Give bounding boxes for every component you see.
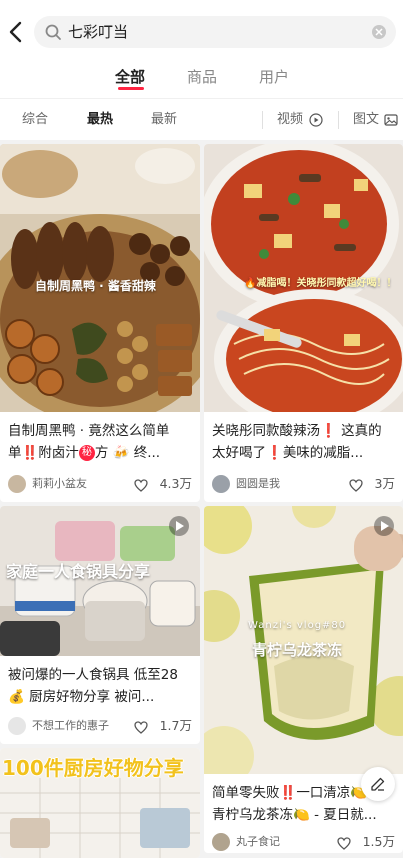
cover-overlay-text: 100件厨房好物分享 [2,756,184,780]
cover-overlay-text: 🔥减脂喝！关晓彤同款超好喝！！ [244,278,397,289]
note-card[interactable]: 100件厨房好物分享 [0,748,200,858]
filter-overall[interactable]: 综合 [22,111,48,129]
note-title: 被问爆的一人食锅具 低至28 💰 厨房好物分享 被问... [8,664,192,710]
heart-icon[interactable] [349,477,363,496]
top-bar: 七彩叮当 [0,0,403,58]
note-meta: 不想工作的惠子 1.7万 [8,716,192,736]
image-icon [384,112,398,131]
note-card[interactable]: 家庭一人食锅具分享 被问爆的一人食锅具 低至28 💰 厨房好物分享 被问... … [0,506,200,744]
author-name[interactable]: 莉莉小盆友 [32,476,87,492]
filter-newest[interactable]: 最新 [151,111,177,129]
title-text: 被问爆的一人食锅具 低至28 [8,667,178,683]
result-tabs: 全部 商品 用户 [0,58,403,98]
note-cover-image: 家庭一人食锅具分享 [0,506,200,656]
note-cover-image: 🔥减脂喝！关晓彤同款超好喝！！ [204,144,403,412]
filter-graphic[interactable]: 图文 [353,111,379,129]
avatar[interactable] [212,475,230,493]
cover-overlay-text: 青柠乌龙茶冻 [252,641,343,659]
edit-icon [371,777,385,791]
author-name[interactable]: 丸子食记 [236,834,280,850]
like-count: 3万 [374,476,395,491]
cover-overlay-text: 自制周黑鸭 · 酱香甜辣 [35,279,156,293]
like-count: 1.5万 [362,834,395,849]
note-cover-image: 100件厨房好物分享 [0,748,200,858]
title-line2-start: 单 [8,445,22,461]
title-text: 💰 厨房好物分享 被问... [8,689,155,705]
heart-icon[interactable] [134,477,148,496]
active-tab-indicator [118,87,144,90]
clear-icon[interactable] [372,25,386,39]
search-icon [44,23,62,41]
note-card[interactable]: 🔥减脂喝！关晓彤同款超好喝！！ 关晓彤同款酸辣汤❗ 这真的太好喝了❗美味的减脂.… [204,144,403,502]
title-text: 青柠乌龙茶冻🍋 - 夏日就... [212,807,377,823]
like-count: 4.3万 [159,476,192,491]
author-name[interactable]: 不想工作的惠子 [32,718,109,734]
note-meta: 莉莉小盆友 4.3万 [8,474,192,494]
edit-note-button[interactable] [361,767,395,801]
double-exclamation-icon: ‼️ [21,445,39,461]
filter-bar: 综合 最热 最新 视频 图文 [0,98,403,140]
results-feed: 自制周黑鸭 · 酱香甜辣 自制周黑鸭 · 竟然这么简单 单‼️附卤汁秘方 🍻 终… [0,140,403,858]
like-count: 1.7万 [159,718,192,733]
back-arrow-icon[interactable] [6,19,26,45]
exclamation-icon: ❗ [266,445,283,461]
play-circle-icon [309,112,323,131]
filter-video[interactable]: 视频 [277,111,303,129]
note-meta: 丸子食记 1.5万 [212,832,395,852]
note-card[interactable]: 自制周黑鸭 · 酱香甜辣 自制周黑鸭 · 竟然这么简单 单‼️附卤汁秘方 🍻 终… [0,144,200,502]
secret-badge: 秘 [78,445,95,461]
note-meta: 圆圆是我 3万 [212,474,395,494]
tab-all[interactable]: 全部 [115,67,145,87]
title-text: 附卤汁 [38,445,79,461]
author-name[interactable]: 圆圆是我 [236,476,280,492]
avatar[interactable] [8,717,26,735]
cover-overlay-text: 家庭一人食锅具分享 [6,562,151,581]
heart-icon[interactable] [337,835,351,853]
title-text: 方 🍻 终... [94,445,161,461]
note-cover-image: 自制周黑鸭 · 酱香甜辣 [0,144,200,412]
title-text: 自制周黑鸭 · 竟然这么简单 [8,423,170,439]
title-text: 一口清凉🍋 [296,785,368,801]
avatar[interactable] [8,475,26,493]
tab-goods[interactable]: 商品 [187,67,217,87]
note-title: 关晓彤同款酸辣汤❗ 这真的太好喝了❗美味的减脂... [212,420,395,466]
title-text: 美味的减脂... [282,445,364,461]
filter-divider [262,111,263,129]
avatar[interactable] [212,833,230,851]
cover-overlay-subtext: Wanzi's vlog#80 [248,620,347,631]
note-cover-image: Wanzi's vlog#80 青柠乌龙茶冻 [204,506,403,774]
note-title: 自制周黑鸭 · 竟然这么简单 单‼️附卤汁秘方 🍻 终... [8,420,192,466]
title-text: 关晓彤同款酸辣汤 [212,423,320,439]
filter-divider [338,111,339,129]
filter-hottest[interactable]: 最热 [87,111,113,129]
exclamation-icon: ❗ [320,423,337,439]
note-card[interactable]: Wanzi's vlog#80 青柠乌龙茶冻 简单零失败‼️一口清凉🍋 青柠乌龙… [204,506,403,853]
search-input[interactable]: 七彩叮当 [68,23,128,41]
search-bar[interactable]: 七彩叮当 [34,16,396,48]
title-text: 简单零失败 [212,785,280,801]
double-exclamation-icon: ‼️ [279,785,297,801]
tab-users[interactable]: 用户 [259,67,289,87]
heart-icon[interactable] [134,719,148,738]
play-icon[interactable] [169,516,189,536]
play-icon[interactable] [374,516,394,536]
